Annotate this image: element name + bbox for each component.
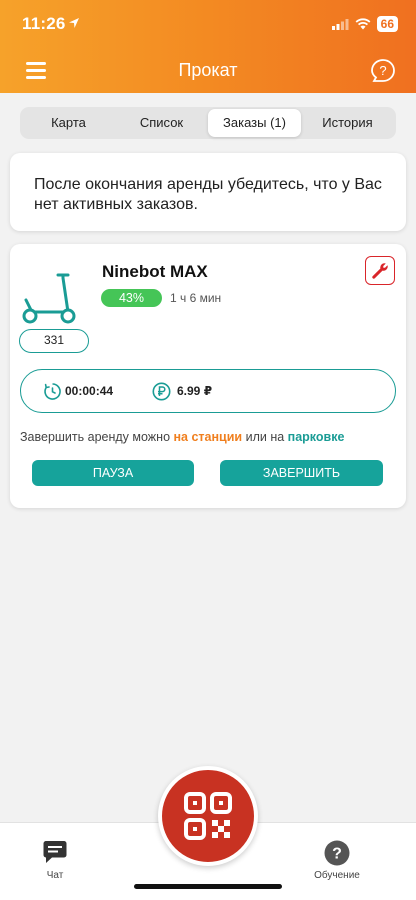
notice-card: После окончания аренды убедитесь, что у … <box>10 153 406 231</box>
end-rental-note: Завершить аренду можно на станции или на… <box>20 430 345 444</box>
app-header: 11:26 66 Прокат ? <box>0 0 416 93</box>
location-arrow-icon <box>69 18 79 28</box>
chat-icon <box>43 841 67 863</box>
qr-code-icon <box>184 792 232 840</box>
scooter-model: Ninebot MAX <box>102 262 208 281</box>
status-indicators: 66 <box>331 16 398 32</box>
notice-text: После окончания аренды убедитесь, что у … <box>34 176 382 213</box>
svg-text:?: ? <box>379 63 386 78</box>
status-time: 11:26 <box>22 14 66 33</box>
ride-timer: 00:00:44 <box>65 384 114 398</box>
remaining-range: 1 ч 6 мин <box>170 291 222 305</box>
parking-link[interactable]: парковке <box>288 430 345 444</box>
wifi-icon <box>355 18 371 30</box>
scooter-id-badge: 331 <box>19 329 89 353</box>
battery-level-badge: 43% <box>101 289 162 307</box>
ruble-icon <box>152 382 171 401</box>
scan-qr-button[interactable] <box>158 766 258 866</box>
tab-list[interactable]: Список <box>115 109 208 137</box>
ride-price: 6.99 ₽ <box>177 384 213 398</box>
ride-stats: 00:00:44 6.99 ₽ <box>20 369 396 413</box>
page-title: Прокат <box>178 60 238 80</box>
tab-orders[interactable]: Заказы (1) <box>208 109 301 137</box>
svg-text:?: ? <box>332 846 342 863</box>
cellular-signal-icon <box>331 18 349 30</box>
question-bubble-icon[interactable]: ? <box>370 58 396 84</box>
help-circle-icon: ? <box>324 840 350 866</box>
station-link[interactable]: на станции <box>174 430 243 444</box>
report-issue-button[interactable] <box>365 256 395 285</box>
nav-learning[interactable]: ? Обучение <box>306 838 368 882</box>
battery-indicator: 66 <box>376 16 398 32</box>
tab-map[interactable]: Карта <box>22 109 115 137</box>
finish-button[interactable]: ЗАВЕРШИТЬ <box>220 460 383 486</box>
tab-history[interactable]: История <box>301 109 394 137</box>
scooter-icon <box>22 273 76 324</box>
home-indicator <box>134 884 282 889</box>
nav-learning-label: Обучение <box>314 870 360 881</box>
pause-button[interactable]: ПАУЗА <box>32 460 194 486</box>
nav-chat[interactable]: Чат <box>36 838 74 882</box>
orders-tabs: Карта Список Заказы (1) История <box>20 107 396 139</box>
wrench-icon <box>372 262 388 279</box>
timer-icon <box>44 383 61 400</box>
nav-chat-label: Чат <box>46 870 64 881</box>
